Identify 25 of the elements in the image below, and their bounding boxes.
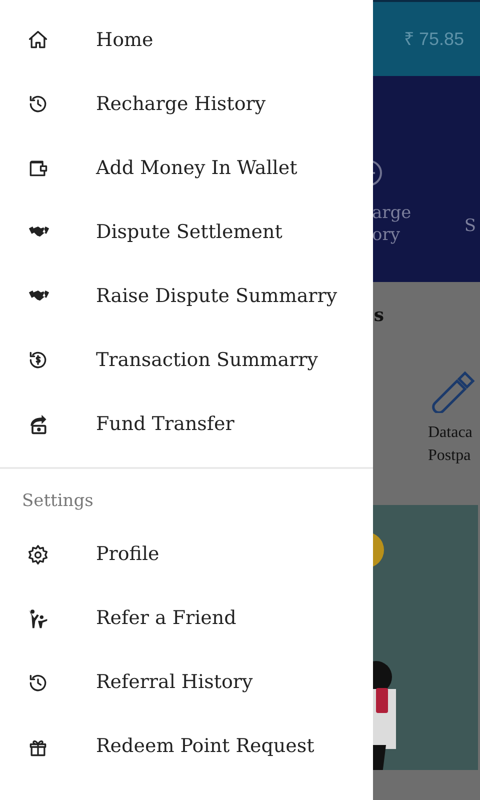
drawer-item[interactable]: Raise Dispute Summarry — [0, 264, 373, 328]
service-label: Postpa — [428, 446, 472, 466]
dollar-cycle-icon — [27, 349, 49, 371]
tile-label: ory — [372, 224, 401, 246]
history-icon — [27, 93, 49, 115]
settings-icon — [27, 544, 49, 566]
tile-label: S — [464, 215, 476, 238]
drawer-item[interactable]: Recharge History — [0, 72, 373, 136]
usb-icon — [431, 369, 477, 413]
section-heading: Settings — [21, 490, 94, 513]
drawer-item[interactable]: Transaction Summarry — [0, 328, 373, 392]
home-icon — [27, 29, 49, 51]
people-icon — [27, 608, 49, 630]
drawer-item[interactable]: Home — [0, 8, 373, 72]
section-title: s — [374, 304, 384, 328]
tile-label: arge — [372, 202, 412, 224]
drawer-item[interactable]: Referral History — [0, 650, 373, 714]
drawer-item[interactable]: Redeem Point Request — [0, 714, 373, 778]
drawer-item[interactable]: Refer a Friend — [0, 586, 373, 650]
drawer-item[interactable]: Add Money In Wallet — [0, 136, 373, 200]
service-label: Dataca — [428, 423, 474, 443]
drawer-item[interactable]: Dispute Settlement — [0, 200, 373, 264]
drawer-item[interactable]: Fund Transfer — [0, 392, 373, 456]
wallet-balance: ₹ 75.85 — [404, 28, 464, 50]
drawer-item[interactable]: Profile — [0, 522, 373, 586]
